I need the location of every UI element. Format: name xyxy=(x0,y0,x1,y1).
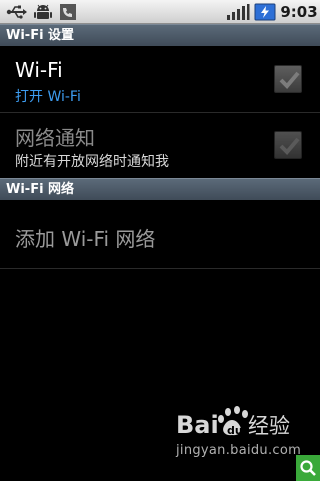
usb-icon xyxy=(6,5,27,19)
network-notification-title: 网络通知 xyxy=(15,126,95,150)
svg-text:du: du xyxy=(227,424,243,437)
android-debug-icon xyxy=(34,4,52,19)
wifi-summary: 打开 Wi-Fi xyxy=(15,89,81,105)
search-icon xyxy=(300,460,316,476)
wifi-settings-screen: 9:03 Wi-Fi 设置 Wi-Fi 打开 Wi-Fi 网络通知 附近有开放网… xyxy=(0,0,320,481)
wifi-toggle-row[interactable]: Wi-Fi 打开 Wi-Fi xyxy=(0,46,320,112)
wifi-checkbox[interactable] xyxy=(274,65,302,93)
divider xyxy=(0,268,320,269)
status-bar: 9:03 xyxy=(0,0,320,24)
checkmark-icon xyxy=(279,137,300,155)
add-wifi-network-title: 添加 Wi-Fi 网络 xyxy=(15,227,156,251)
checkmark-icon xyxy=(279,71,300,89)
section-header-wifi-settings: Wi-Fi 设置 xyxy=(0,24,320,46)
baidu-jingyan-watermark-logo: Bai du 经验 xyxy=(176,406,290,439)
svg-text:经验: 经验 xyxy=(248,414,290,438)
add-wifi-network-row[interactable]: 添加 Wi-Fi 网络 xyxy=(0,201,320,267)
section-header-wifi-networks: Wi-Fi 网络 xyxy=(0,178,320,200)
svg-text:Bai: Bai xyxy=(176,411,219,439)
watermark-url: jingyan.baidu.com xyxy=(176,443,302,458)
signal-icon xyxy=(227,4,250,20)
network-notification-checkbox[interactable] xyxy=(274,131,302,159)
wifi-title: Wi-Fi xyxy=(15,58,63,82)
network-notification-summary: 附近有开放网络时通知我 xyxy=(15,154,169,170)
search-button[interactable] xyxy=(296,455,320,481)
missed-call-icon xyxy=(60,4,76,20)
battery-charging-icon xyxy=(254,3,276,21)
network-notification-row[interactable]: 网络通知 附近有开放网络时通知我 xyxy=(0,113,320,177)
clock: 9:03 xyxy=(280,3,318,21)
